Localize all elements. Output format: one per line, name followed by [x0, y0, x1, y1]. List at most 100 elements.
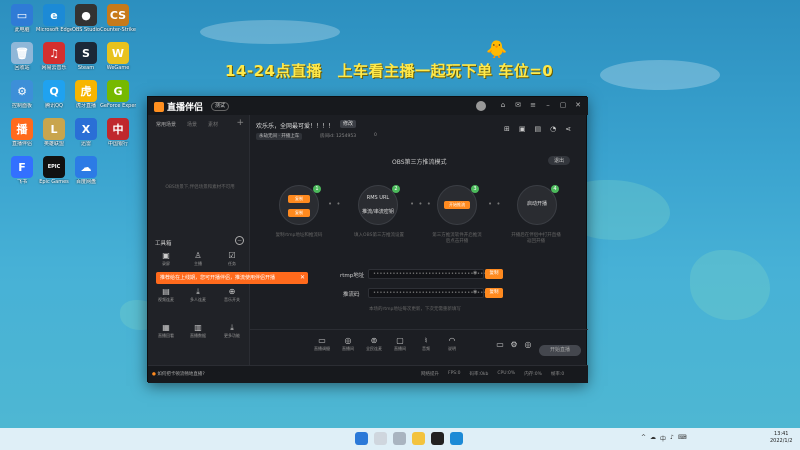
maximize-icon[interactable]: ▢ [559, 101, 567, 109]
desktop-icon[interactable]: S Steam [68, 42, 104, 71]
toolbox-item[interactable]: ▦ 直播回看 [156, 323, 176, 339]
viewer-count: 0 [374, 133, 377, 138]
desktop-icon[interactable]: 中中国银行 [100, 118, 136, 147]
desktop-icon[interactable]: ● OBS Studio [68, 4, 104, 33]
desktop-icon[interactable]: 🗑 回收站 [4, 42, 40, 71]
start-icon[interactable] [355, 432, 368, 445]
app-icon: ♫ [43, 42, 65, 64]
start-live-button[interactable]: 开始直播 [539, 345, 581, 356]
app-logo: 直播伴侣 [154, 100, 203, 113]
file-explorer-icon[interactable] [412, 432, 425, 445]
bottom-tool-item[interactable]: ◎ 直播间 [336, 336, 360, 352]
gift-icon[interactable]: ⊞ [504, 125, 510, 133]
user-avatar[interactable] [476, 101, 486, 111]
app-icon: ☁ [75, 156, 97, 178]
app-icon: ▭ [11, 4, 33, 26]
minimize-icon[interactable]: – [544, 101, 552, 109]
step-4-number: 4 [551, 185, 559, 193]
copy-rtmp-button[interactable]: 复制 [485, 269, 503, 279]
category-tag[interactable]: 永劫无间 · 开播上车 [256, 133, 303, 140]
app-icon: S [75, 42, 97, 64]
toolbox-item[interactable]: ▤ 视频连麦 [156, 287, 176, 303]
menu-icon[interactable]: ≡ [529, 101, 537, 109]
edit-title-button[interactable]: 修改 [340, 120, 357, 128]
mail-icon[interactable]: ✉ [514, 101, 522, 109]
desktop-icon[interactable]: W WeGame [100, 42, 136, 71]
desktop-icon[interactable]: EPIC Epic Games [36, 156, 72, 185]
desktop-icon[interactable]: e Microsoft Edge [36, 4, 72, 33]
header-actions: ⊞ ▣ ▤ ◔ ⋖ [504, 125, 571, 133]
share-icon[interactable]: ⋖ [565, 125, 571, 133]
toolbox-item[interactable]: ♙ 主播 [188, 251, 208, 267]
close-icon[interactable]: ✕ [574, 101, 582, 109]
app-icon: L [43, 118, 65, 140]
desktop-icon[interactable]: ▭ 此电脑 [4, 4, 40, 33]
cloud-icon[interactable]: ☁ [650, 434, 656, 443]
toolbox-item[interactable]: ☑ 任务 [222, 251, 242, 267]
toolbox-item-icon: ⤓ [230, 323, 234, 332]
bottom-tool-item[interactable]: ▢ 直播间 [388, 336, 412, 352]
tab-materials[interactable]: 素材 [208, 121, 218, 128]
desktop-icon[interactable]: L 英雄联盟 [36, 118, 72, 147]
cloud-decoration [600, 60, 720, 90]
chat-icon[interactable]: ▤ [535, 125, 542, 133]
toolbox-item-label: 直播数据 [190, 333, 206, 338]
bell-icon[interactable]: ◔ [550, 125, 556, 133]
network-boost[interactable]: 网络提升 [421, 371, 439, 377]
desktop-icon[interactable]: X 迅雷 [68, 118, 104, 147]
island-decoration [690, 250, 770, 320]
taskbar: ^ ☁ 中 ♪ ⌨ 13:41 2022/1/2 [0, 428, 800, 450]
clock[interactable]: 13:41 2022/1/2 [770, 431, 792, 445]
toolbox-item-label: 视频连麦 [158, 297, 174, 302]
skin-icon[interactable]: ⌂ [499, 101, 507, 109]
search-icon[interactable] [374, 432, 387, 445]
desktop-icon[interactable]: 播直播伴侣 [4, 118, 40, 147]
ime-icon[interactable]: 中 [660, 434, 666, 443]
exit-obs-mode-button[interactable]: 退出 [548, 156, 571, 165]
tab-common-scenes[interactable]: 常用场景 [156, 121, 176, 128]
desktop-icon-label: Steam [77, 65, 95, 71]
desktop-icon[interactable]: ♫ 网易云音乐 [36, 42, 72, 71]
keyboard-icon[interactable]: ⌨ [678, 434, 687, 443]
tray-overflow-icon[interactable]: ^ [641, 434, 646, 443]
app-icon: F [11, 156, 33, 178]
toolbox-item[interactable]: ⤓ 多人连麦 [188, 287, 208, 303]
toolbox-item[interactable]: ⊕ 音乐开关 [222, 287, 242, 303]
desktop-icon[interactable]: 虎虎牙直播 [68, 80, 104, 109]
desktop-icon-label: 控制面板 [11, 103, 32, 109]
desktop-icon[interactable]: ☁ 百度网盘 [68, 156, 104, 185]
show-rtmp-icon[interactable]: ◉ [473, 270, 477, 276]
toolbox-item[interactable]: ⤓ 更多功能 [222, 323, 242, 339]
bottom-tool-item[interactable]: ♮ 音频 [414, 336, 438, 352]
toolbox-collapse-icon[interactable]: − [235, 236, 244, 245]
bottom-tool-item[interactable]: ⊚ 全民连麦 [362, 336, 386, 352]
live-companion-taskbar-icon[interactable] [431, 432, 444, 445]
gallery-icon[interactable]: ▣ [519, 125, 526, 133]
desktop-icon-label: Epic Games [39, 179, 69, 185]
task-view-icon[interactable] [393, 432, 406, 445]
desktop-icon[interactable]: ⚙ 控制面板 [4, 80, 40, 109]
tab-scenes[interactable]: 场景 [187, 121, 197, 128]
toolbox-item-label: 直播回看 [158, 333, 174, 338]
bottom-tool-item[interactable]: ▭ 直播调摄 [310, 336, 334, 352]
show-key-icon[interactable]: ◉ [473, 289, 477, 295]
toolbox-item[interactable]: ▥ 直播数据 [188, 323, 208, 339]
desktop-icon[interactable]: CS Counter-Strike [100, 4, 136, 33]
desktop-icon[interactable]: GGeForce Experience [100, 80, 136, 109]
step-1-text: 复制rtmp地址和推流码 [275, 233, 323, 238]
title-bar[interactable]: 直播伴侣 测试 ⌂ ✉ ≡ – ▢ ✕ [148, 97, 588, 115]
edge-taskbar-icon[interactable] [450, 432, 463, 445]
desktop-icon[interactable]: F 飞书 [4, 156, 40, 185]
status-help-link[interactable]: ● 如何把卡顿流畅地直播? [152, 371, 205, 377]
tooltip-close-icon[interactable]: ✕ [300, 272, 305, 284]
bottom-tool-item[interactable]: ◠ 说明 [440, 336, 464, 352]
add-scene-icon[interactable]: + [236, 118, 244, 128]
desktop-icon[interactable]: Q 腾讯QQ [36, 80, 72, 109]
desktop-icon-label: 飞书 [16, 179, 27, 185]
copy-key-button[interactable]: 复制 [485, 288, 503, 298]
camera-settings-icon[interactable]: ◎ [516, 340, 540, 350]
rtmp-address-field[interactable]: ••••••••••••••••••••••••••••••••••• [368, 269, 486, 279]
toolbox-item[interactable]: ▣ 录屏 [156, 251, 176, 267]
volume-icon[interactable]: ♪ [670, 434, 674, 443]
stream-key-field[interactable]: ••••••••••••••••••••••••••••••••••• [368, 288, 486, 298]
